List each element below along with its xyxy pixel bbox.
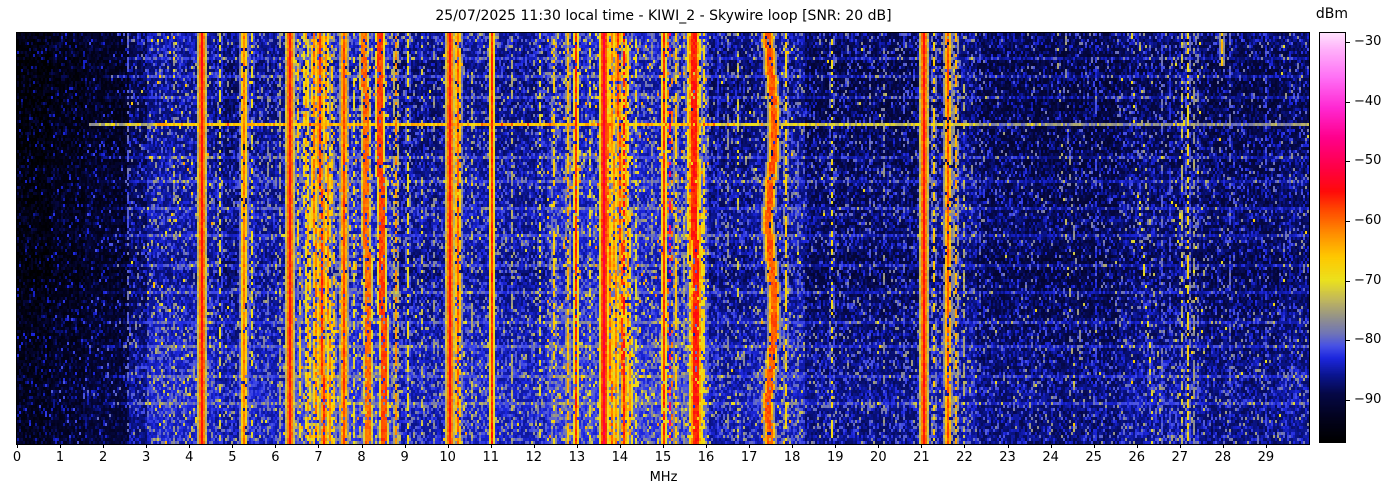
colorbar-label: dBm [1315,6,1349,22]
x-axis-tick-label: 2 [98,450,108,465]
colorbar-tick-label: −40 [1354,93,1382,109]
x-axis-tick [232,444,234,448]
x-axis-tick [663,444,664,448]
x-axis-tick [749,444,751,448]
colorbar-tick-label: −30 [1354,33,1382,49]
x-axis-tick [189,444,191,448]
colorbar-tick [1346,221,1350,223]
x-axis-tick-label: 7 [314,450,323,465]
x-axis-tick-label: 4 [185,450,194,465]
x-axis-tick [275,444,277,448]
x-axis-tick-label: 13 [568,450,586,465]
colorbar-tick [1346,161,1350,163]
colorbar-tick [1346,340,1350,342]
x-axis-tick-label: 29 [1257,450,1275,465]
x-axis-tick [1222,444,1224,448]
x-axis-tick-label: 23 [999,450,1016,465]
colorbar-tick [1346,280,1350,282]
x-axis-tick-label: 1 [55,450,65,465]
x-axis-tick [964,444,966,448]
x-axis-tick-label: 16 [697,450,715,465]
x-axis-tick [1007,444,1009,448]
x-axis-tick [361,444,363,448]
x-axis-tick [1093,444,1095,448]
x-axis-tick [835,444,837,448]
colorbar-tick [1346,400,1350,402]
x-axis-tick-label: 19 [826,450,844,465]
x-axis-tick [706,444,708,448]
colorbar-tick-label: −50 [1354,153,1382,169]
x-axis-tick [1136,444,1138,448]
x-axis-tick [447,444,449,448]
x-axis-tick-label: 6 [271,450,280,465]
waterfall-heatmap [17,33,1309,444]
x-axis-tick-label: 22 [956,450,973,465]
colorbar [1319,32,1346,443]
x-axis-tick [103,444,105,448]
x-axis-tick [792,444,794,448]
x-axis-label: MHz [649,470,678,485]
x-axis-tick-label: 10 [439,450,456,465]
x-axis-tick-label: 20 [870,450,887,465]
x-axis-tick [17,444,18,448]
x-axis-tick [404,444,406,448]
x-axis-tick-label: 25 [1085,450,1102,465]
x-axis-tick [576,444,578,448]
x-axis-tick-label: 18 [783,450,801,465]
x-axis-tick-label: 12 [525,450,543,465]
x-axis-tick [619,444,621,448]
spectrogram-figure: 25/07/2025 11:30 local time - KIWI_2 - S… [0,0,1400,500]
x-axis-tick-label: 0 [12,450,22,465]
x-axis-tick-label: 11 [482,450,499,465]
x-axis-tick [921,444,923,448]
x-axis-tick [1050,444,1052,448]
x-axis-tick-label: 8 [357,450,366,465]
x-axis-tick-label: 27 [1171,450,1189,465]
x-axis-tick-label: 14 [611,450,629,465]
colorbar-tick-label: −60 [1354,213,1382,229]
x-axis-tick-label: 17 [740,450,758,465]
x-axis-tick-label: 9 [400,450,409,465]
colorbar-tick [1346,101,1350,103]
x-axis-tick [60,444,62,448]
x-axis-tick-label: 5 [228,450,237,465]
x-axis-tick-label: 21 [913,450,930,465]
x-axis-tick-label: 3 [142,450,151,465]
colorbar-gradient [1320,33,1345,442]
x-axis-tick [1265,444,1267,448]
x-axis-tick [146,444,148,448]
x-axis-tick-label: 15 [654,450,672,465]
figure-title: 25/07/2025 11:30 local time - KIWI_2 - S… [435,8,892,24]
x-axis-tick [533,444,535,448]
x-axis-tick-label: 24 [1042,450,1059,465]
x-axis-tick-label: 28 [1214,450,1232,465]
x-axis-tick [878,444,880,448]
colorbar-tick-label: −70 [1354,272,1382,288]
x-axis-tick [490,444,492,448]
x-axis-tick [318,444,320,448]
colorbar-tick-label: −90 [1354,392,1382,408]
x-axis-tick-label: 26 [1128,450,1145,465]
colorbar-tick-label: −80 [1354,332,1382,348]
plot-area [16,32,1310,445]
colorbar-tick [1346,41,1350,43]
x-axis-tick [1179,444,1181,448]
